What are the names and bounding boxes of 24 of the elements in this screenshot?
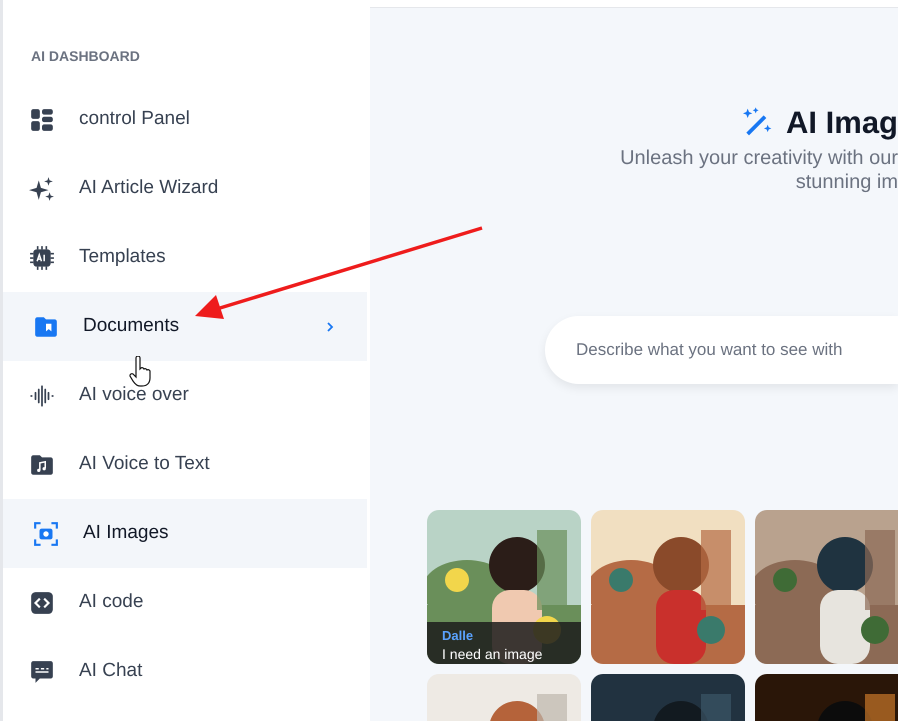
sound-wave-icon [29,382,55,408]
sparkles-icon [29,176,55,202]
sidebar-item[interactable]: control Panel [3,85,367,154]
model-label: Dalle [442,628,474,644]
code-icon [29,590,55,616]
sidebar-item[interactable]: AI code [3,568,367,637]
sidebar-item[interactable]: Templates [3,223,367,292]
sidebar-item[interactable]: AI voice over [3,361,367,430]
page-title: AI Imag [786,106,898,138]
sidebar-item[interactable]: AI Voice to Text [3,430,367,499]
search-field[interactable]: Describe what you want to see with [545,316,898,384]
ai-chip-icon [29,244,55,270]
subtitle-text: stunning im [796,170,898,194]
chat-icon [29,658,55,684]
sidebar-item[interactable]: Documents [3,292,367,361]
sidebar-item[interactable]: AI Article Wizard [3,154,367,223]
sidebar-item[interactable]: AI Images [3,499,367,568]
prompt-text: I need an image [442,645,542,664]
grid-icon [29,106,55,132]
subtitle-text: Unleash your creativity with our [620,146,898,170]
sidebar-item[interactable]: AI Chat [3,637,367,706]
section-heading: AI DASHBOARD [31,48,141,64]
chevron-right-icon [325,320,335,334]
camera-focus-icon [33,520,59,546]
